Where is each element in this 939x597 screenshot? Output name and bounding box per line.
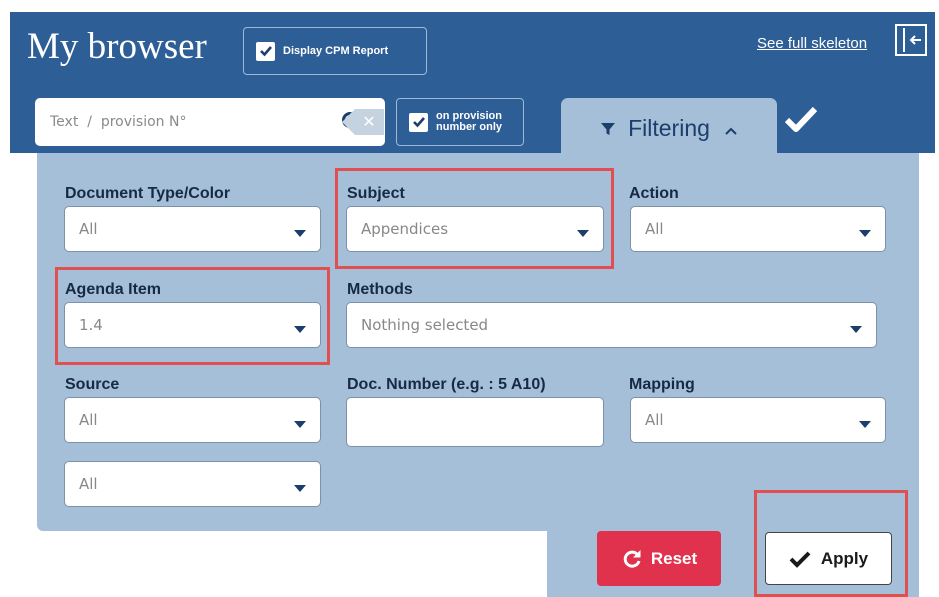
provision-number-only-label: on provision number only: [436, 110, 503, 133]
search-input[interactable]: [35, 98, 305, 146]
doc-number-label: Doc. Number (e.g. : 5 A10): [347, 376, 546, 393]
subject-label: Subject: [347, 185, 405, 202]
caret-down-icon: [294, 421, 306, 428]
source-secondary-value: All: [79, 475, 98, 493]
reset-button[interactable]: Reset: [597, 531, 721, 586]
source-select[interactable]: All: [64, 397, 321, 443]
provision-number-only-toggle[interactable]: on provision number only: [396, 98, 524, 146]
refresh-icon: [623, 549, 641, 568]
document-type-select[interactable]: All: [64, 206, 321, 252]
checkbox-checked-icon: [409, 112, 428, 132]
filter-icon: [601, 123, 616, 135]
apply-button[interactable]: Apply: [765, 532, 892, 585]
caret-down-icon: [859, 421, 871, 428]
see-full-skeleton-link[interactable]: See full skeleton: [757, 35, 867, 52]
checkbox-checked-icon: [256, 41, 275, 61]
apply-label: Apply: [820, 548, 869, 568]
caret-down-icon: [850, 326, 862, 333]
display-cpm-report-label: Display CPM Report: [283, 45, 389, 57]
action-label: Action: [629, 185, 679, 202]
source-label: Source: [65, 376, 120, 393]
agenda-item-select[interactable]: 1.4: [64, 302, 321, 348]
action-select[interactable]: All: [630, 206, 886, 252]
document-type-label: Document Type/Color: [65, 185, 231, 202]
source-secondary-select[interactable]: All: [64, 461, 321, 507]
caret-down-icon: [294, 326, 306, 333]
mapping-label: Mapping: [629, 376, 695, 393]
tab-filtering[interactable]: Filtering: [561, 98, 777, 158]
tab-filtering-label: Filtering: [628, 114, 710, 141]
mapping-value: All: [645, 411, 664, 429]
doc-number-input[interactable]: [346, 397, 604, 447]
close-icon: ✕: [362, 114, 376, 131]
methods-value: Nothing selected: [361, 316, 489, 334]
subject-select[interactable]: Appendices: [346, 206, 604, 252]
collapse-panel-icon[interactable]: [895, 24, 927, 56]
caret-down-icon: [294, 485, 306, 492]
display-cpm-report-button[interactable]: Display CPM Report: [243, 27, 427, 75]
agenda-item-label: Agenda Item: [65, 281, 162, 298]
action-value: All: [645, 220, 664, 238]
agenda-item-value: 1.4: [79, 316, 103, 334]
document-type-value: All: [79, 220, 98, 238]
reset-label: Reset: [650, 548, 698, 568]
mapping-select[interactable]: All: [630, 397, 886, 443]
page-title: My browser: [27, 26, 207, 67]
caret-down-icon: [577, 230, 589, 237]
subject-value: Appendices: [361, 220, 449, 238]
chevron-up-icon: [725, 127, 737, 135]
source-value: All: [79, 411, 98, 429]
caret-down-icon: [859, 230, 871, 237]
checkmark-icon[interactable]: [784, 105, 818, 133]
search-box: [35, 98, 385, 146]
methods-select[interactable]: Nothing selected: [346, 302, 877, 348]
checkmark-icon: [789, 551, 811, 568]
caret-down-icon: [294, 230, 306, 237]
methods-label: Methods: [347, 281, 413, 298]
